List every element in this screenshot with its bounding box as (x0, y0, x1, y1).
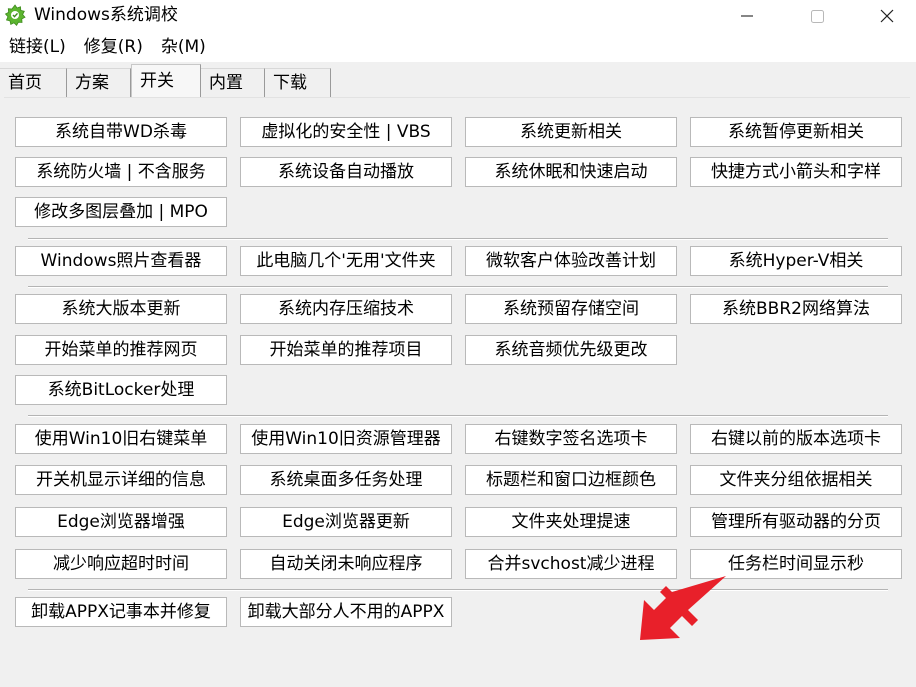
toggle-button[interactable]: 此电脑几个'无用'文件夹 (240, 246, 452, 276)
app-gear-icon (4, 4, 26, 26)
maximize-button[interactable] (782, 0, 852, 32)
tab-download[interactable]: 下载 (265, 68, 331, 98)
toggle-button[interactable]: 系统内存压缩技术 (240, 294, 452, 324)
menu-link[interactable]: 链接(L) (0, 32, 75, 62)
toggle-button[interactable]: 右键以前的版本选项卡 (690, 424, 902, 454)
menu-bar: 链接(L) 修复(R) 杂(M) (0, 32, 916, 62)
title-bar: Windows系统调校 (0, 0, 916, 32)
toggle-button[interactable]: 使用Win10旧右键菜单 (15, 424, 227, 454)
toggle-button[interactable]: 系统大版本更新 (15, 294, 227, 324)
toggle-button[interactable]: 系统暂停更新相关 (690, 117, 902, 147)
close-button[interactable] (852, 0, 916, 32)
toggle-button[interactable]: 系统防火墙 | 不含服务 (15, 157, 227, 187)
toggle-button[interactable]: 系统休眠和快速启动 (465, 157, 677, 187)
tab-home[interactable]: 首页 (0, 68, 67, 98)
group-separator (28, 286, 888, 288)
group-separator (28, 415, 888, 417)
toggle-button[interactable]: 虚拟化的安全性 | VBS (240, 117, 452, 147)
tab-switch[interactable]: 开关 (131, 64, 201, 98)
group-separator (28, 238, 888, 240)
toggle-button[interactable]: 系统桌面多任务处理 (240, 465, 452, 495)
window-title: Windows系统调校 (34, 5, 178, 25)
red-arrow-icon (640, 576, 726, 640)
tab-builtin[interactable]: 内置 (201, 68, 265, 98)
menu-repair[interactable]: 修复(R) (75, 32, 152, 62)
toggle-button[interactable]: 系统BBR2网络算法 (690, 294, 902, 324)
toggle-button[interactable]: 开关机显示详细的信息 (15, 465, 227, 495)
minimize-button[interactable] (712, 0, 782, 32)
toggle-button[interactable]: 系统设备自动播放 (240, 157, 452, 187)
toggle-button[interactable]: 系统更新相关 (465, 117, 677, 147)
toggle-button[interactable]: 修改多图层叠加 | MPO (15, 197, 227, 227)
toggle-button[interactable]: 减少响应超时时间 (15, 549, 227, 579)
toggle-button[interactable]: 开始菜单的推荐网页 (15, 335, 227, 365)
toggle-button[interactable]: 使用Win10旧资源管理器 (240, 424, 452, 454)
menu-misc[interactable]: 杂(M) (152, 32, 215, 62)
toggle-button[interactable]: Edge浏览器增强 (15, 507, 227, 537)
minimize-icon (741, 15, 753, 17)
toggle-button[interactable]: 文件夹分组依据相关 (690, 465, 902, 495)
tab-plan[interactable]: 方案 (67, 68, 131, 98)
toggle-button[interactable]: 卸载大部分人不用的APPX (240, 597, 452, 627)
toggle-button[interactable]: 自动关闭未响应程序 (240, 549, 452, 579)
toggle-button[interactable]: 右键数字签名选项卡 (465, 424, 677, 454)
toggle-button[interactable]: 系统Hyper-V相关 (690, 246, 902, 276)
toggle-button[interactable]: 卸载APPX记事本并修复 (15, 597, 227, 627)
toggle-button[interactable]: 开始菜单的推荐项目 (240, 335, 452, 365)
toggle-button[interactable]: Edge浏览器更新 (240, 507, 452, 537)
toggle-button[interactable]: 系统预留存储空间 (465, 294, 677, 324)
toggle-button[interactable]: 文件夹处理提速 (465, 507, 677, 537)
toggle-button[interactable]: 系统音频优先级更改 (465, 335, 677, 365)
toggle-button[interactable]: Windows照片查看器 (15, 246, 227, 276)
toggle-button[interactable]: 微软客户体验改善计划 (465, 246, 677, 276)
toggle-button[interactable]: 管理所有驱动器的分页 (690, 507, 902, 537)
toggle-button[interactable]: 系统BitLocker处理 (15, 375, 227, 405)
group-separator (28, 589, 888, 591)
toggle-button[interactable]: 标题栏和窗口边框颜色 (465, 465, 677, 495)
toggle-button[interactable]: 系统自带WD杀毒 (15, 117, 227, 147)
close-icon (880, 9, 894, 23)
toggle-button[interactable]: 快捷方式小箭头和字样 (690, 157, 902, 187)
maximize-icon (810, 9, 824, 23)
tab-bar: 首页 方案 开关 内置 下载 (0, 62, 916, 98)
